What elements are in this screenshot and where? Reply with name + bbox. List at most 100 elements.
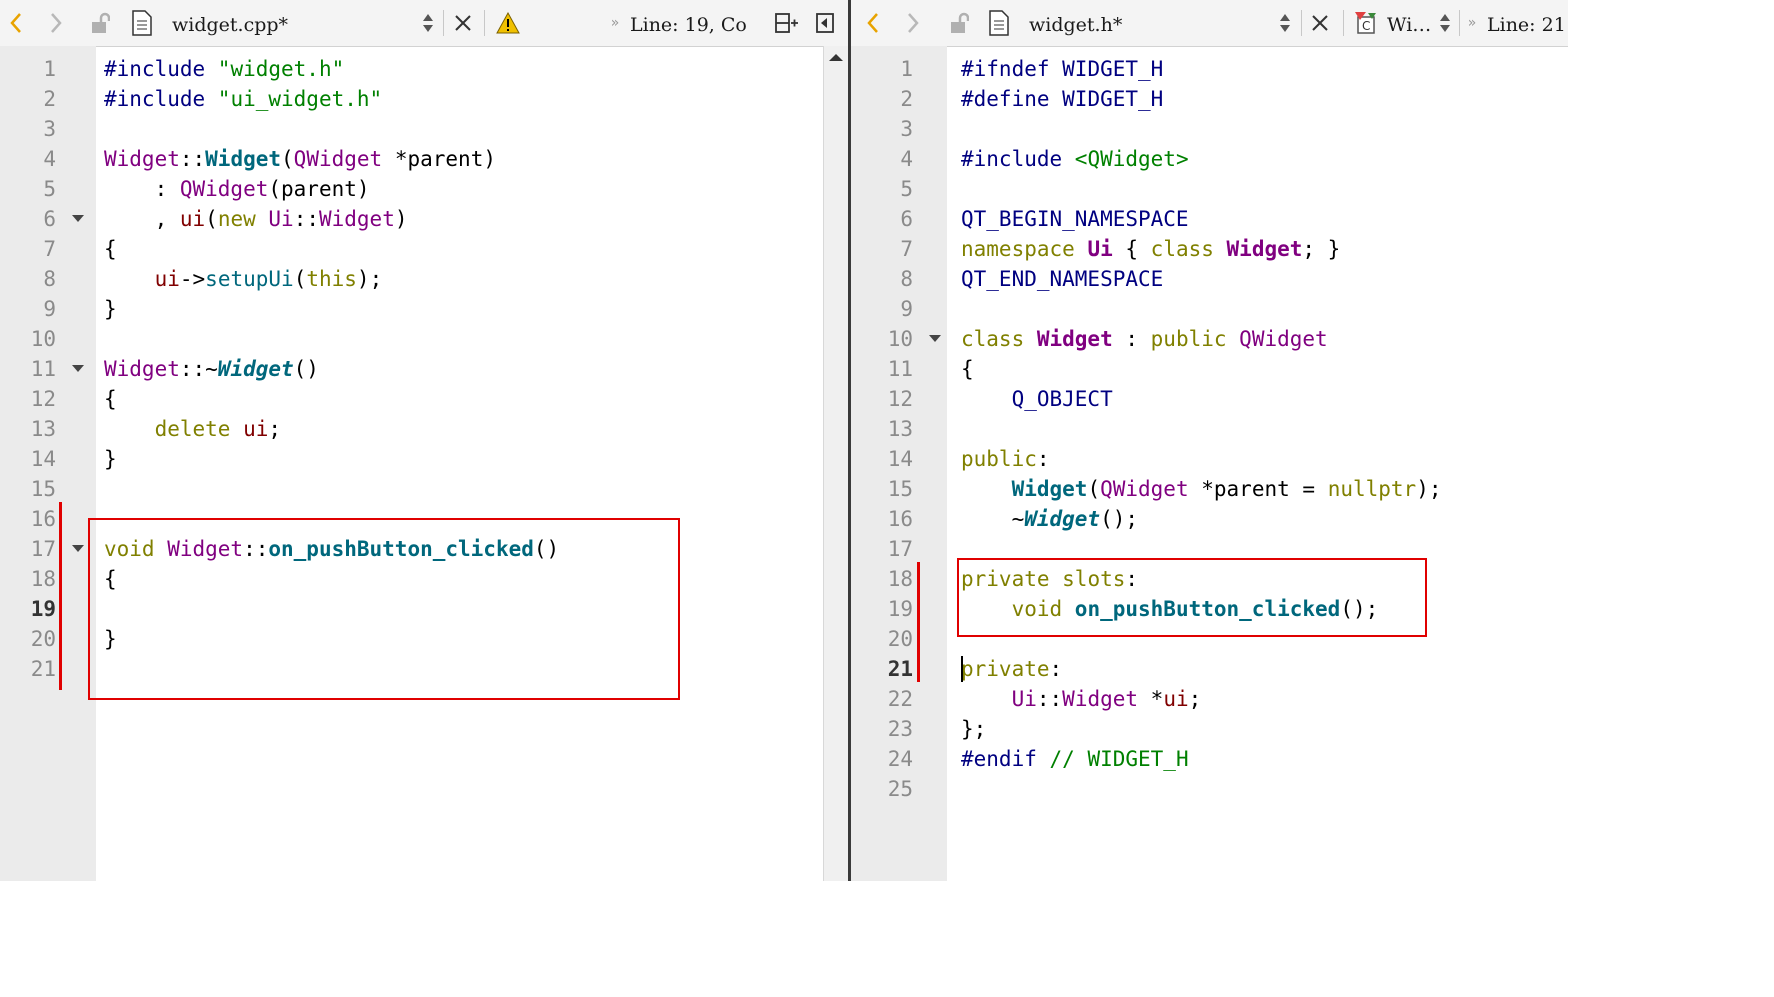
close-document-icon[interactable] <box>450 0 476 46</box>
file-name-label[interactable]: widget.cpp* <box>172 0 288 46</box>
scroll-up-icon[interactable] <box>829 54 843 61</box>
document-icon <box>985 0 1013 46</box>
code-line[interactable]: 15 Widget(QWidget *parent = nullptr); <box>851 474 1568 504</box>
forward-arrow-icon[interactable] <box>897 0 929 46</box>
line-number: 21 <box>887 657 913 681</box>
code-token: , <box>104 207 180 231</box>
code-token: }; <box>961 717 987 741</box>
code-line[interactable]: 5 : QWidget(parent) <box>0 174 824 204</box>
fold-arrow-icon[interactable] <box>72 545 84 552</box>
code-token: ; <box>1188 687 1202 711</box>
code-token: this <box>306 267 357 291</box>
code-line[interactable]: 4 Widget::Widget(QWidget *parent) <box>0 144 824 174</box>
text-caret <box>961 656 963 682</box>
code-line[interactable]: 6 QT_BEGIN_NAMESPACE <box>851 204 1568 234</box>
code-line[interactable]: 23}; <box>851 714 1568 744</box>
code-line[interactable]: 3 <box>0 114 824 144</box>
close-document-icon[interactable] <box>1307 0 1333 46</box>
line-number: 6 <box>43 207 56 231</box>
code-line[interactable]: 9} <box>0 294 824 324</box>
code-line[interactable]: 3 <box>851 114 1568 144</box>
line-number: 9 <box>43 297 56 321</box>
code-token: (); <box>1100 507 1139 531</box>
line-number: 18 <box>30 567 56 591</box>
code-line[interactable]: 10 <box>0 324 824 354</box>
code-line[interactable]: 22 Ui::Widget *ui; <box>851 684 1568 714</box>
code-token: nullptr <box>1327 477 1417 501</box>
file-dropdown-icon[interactable] <box>1275 0 1295 46</box>
code-token: #include <box>104 57 218 81</box>
code-token: ); <box>356 267 383 291</box>
line-number: 19 <box>887 597 913 621</box>
code-line[interactable]: 13 <box>851 414 1568 444</box>
code-text: Ui::Widget *ui; <box>961 684 1202 714</box>
code-token: QWidget <box>293 147 383 171</box>
code-token: QT_END_NAMESPACE <box>961 267 1164 291</box>
code-text: #include <QWidget> <box>961 144 1189 174</box>
code-text: Widget(QWidget *parent = nullptr); <box>961 474 1442 504</box>
more-chevron-icon[interactable]: » <box>1463 0 1481 46</box>
symbol-selector[interactable]: Wi… <box>1387 0 1431 46</box>
code-line[interactable]: 25 <box>851 774 1568 804</box>
fold-arrow-icon[interactable] <box>72 365 84 372</box>
fold-arrow-icon[interactable] <box>929 335 941 342</box>
code-line[interactable]: 14 public: <box>851 444 1568 474</box>
code-line[interactable]: 12 { <box>0 384 824 414</box>
code-token: #endif <box>961 747 1050 771</box>
symbol-dropdown-icon[interactable] <box>1435 0 1455 46</box>
more-chevron-icon[interactable]: » <box>606 0 624 46</box>
code-line[interactable]: 21 private: <box>851 654 1568 684</box>
unlock-icon[interactable] <box>84 0 116 46</box>
code-line[interactable]: 15 <box>0 474 824 504</box>
code-line[interactable]: 16 ~Widget(); <box>851 504 1568 534</box>
code-editor-right[interactable]: 1 #ifndef WIDGET_H 2 #define WIDGET_H 3 4 #inc… <box>851 46 1568 881</box>
code-line[interactable]: 8 ui->setupUi(this); <box>0 264 824 294</box>
code-token: ~ <box>961 507 1025 531</box>
code-token: Widget <box>104 147 180 171</box>
code-token: () <box>293 357 319 381</box>
code-line[interactable]: 1 #include "widget.h" <box>0 54 824 84</box>
code-line[interactable]: 11 Widget::~Widget() <box>0 354 824 384</box>
code-line[interactable]: 1 #ifndef WIDGET_H <box>851 54 1568 84</box>
code-text: { <box>104 384 117 414</box>
unlock-icon[interactable] <box>943 0 975 46</box>
code-line[interactable]: 24 #endif // WIDGET_H <box>851 744 1568 774</box>
code-token: Widget <box>1024 507 1101 531</box>
code-line[interactable]: 13 delete ui; <box>0 414 824 444</box>
code-line[interactable]: 4 #include <QWidget> <box>851 144 1568 174</box>
cursor-position-label[interactable]: Line: 19, Co <box>630 0 747 46</box>
vertical-scrollbar[interactable] <box>823 46 848 881</box>
cursor-position-label[interactable]: Line: 21 <box>1487 0 1566 46</box>
code-editor-left[interactable]: 1 #include "widget.h" 2 #include "ui_widget… <box>0 46 824 881</box>
code-line[interactable]: 12 Q_OBJECT <box>851 384 1568 414</box>
code-line[interactable]: 2 #define WIDGET_H <box>851 84 1568 114</box>
code-line[interactable]: 8 QT_END_NAMESPACE <box>851 264 1568 294</box>
code-text: class Widget : public QWidget <box>961 324 1328 354</box>
file-dropdown-icon[interactable] <box>418 0 438 46</box>
code-line[interactable]: 7 namespace Ui { class Widget; } <box>851 234 1568 264</box>
code-token: : <box>1036 447 1050 471</box>
line-number: 4 <box>900 147 913 171</box>
code-line[interactable]: 2 #include "ui_widget.h" <box>0 84 824 114</box>
line-number: 8 <box>900 267 913 291</box>
fold-arrow-icon[interactable] <box>72 215 84 222</box>
close-split-icon[interactable] <box>812 0 838 46</box>
forward-arrow-icon[interactable] <box>40 0 72 46</box>
code-line[interactable]: 10 class Widget : public QWidget <box>851 324 1568 354</box>
line-number: 3 <box>900 117 913 141</box>
code-line[interactable]: 11 { <box>851 354 1568 384</box>
code-line[interactable]: 9 <box>851 294 1568 324</box>
back-arrow-icon[interactable] <box>0 0 32 46</box>
line-number: 9 <box>900 297 913 321</box>
back-arrow-icon[interactable] <box>857 0 889 46</box>
split-view-icon[interactable] <box>772 0 802 46</box>
file-name-label[interactable]: widget.h* <box>1029 0 1122 46</box>
code-line[interactable]: 5 <box>851 174 1568 204</box>
code-token: WIDGET_H <box>1062 87 1164 111</box>
code-token: Q_OBJECT <box>1011 387 1113 411</box>
code-line[interactable]: 6 , ui(new Ui::Widget) <box>0 204 824 234</box>
code-line[interactable]: 7{ <box>0 234 824 264</box>
code-line[interactable]: 14} <box>0 444 824 474</box>
warning-icon[interactable] <box>494 0 522 46</box>
